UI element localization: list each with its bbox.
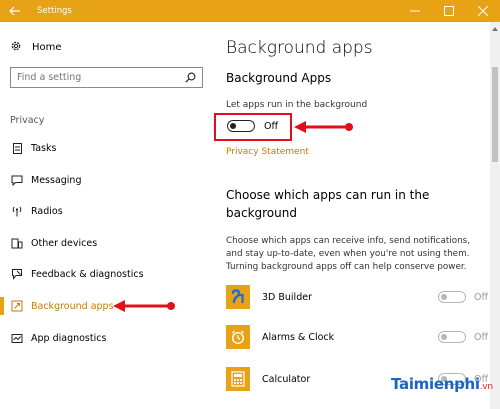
- watermark-suffix: .vn: [479, 382, 493, 392]
- tasks-icon: [10, 142, 24, 154]
- app-toggle-alarms-clock[interactable]: Off: [437, 331, 488, 343]
- toggle-state-text: Off: [473, 331, 488, 343]
- sidebar-item-label: Messaging: [31, 174, 82, 186]
- toggle-knob: [440, 333, 447, 340]
- sidebar-item-label: Radios: [31, 205, 63, 217]
- app-name: Alarms & Clock: [262, 331, 335, 343]
- back-arrow-icon: [9, 6, 20, 16]
- background-toggle-label: Let apps run in the background: [226, 100, 368, 110]
- 3d-builder-icon: [226, 285, 250, 309]
- toggle-switch[interactable]: [437, 331, 466, 343]
- calculator-icon: [226, 367, 250, 391]
- app-diagnostics-icon: [10, 333, 24, 344]
- home-nav-item[interactable]: Home: [10, 40, 62, 55]
- app-toggle-3d-builder[interactable]: Off: [437, 291, 488, 303]
- window-title: Settings: [37, 6, 72, 16]
- search-box[interactable]: [10, 67, 203, 88]
- main-content: Background apps Background Apps Let apps…: [210, 22, 490, 409]
- toggle-knob: [440, 293, 447, 300]
- app-row-3d-builder: 3D Builder Off: [226, 282, 488, 312]
- sidebar-item-label: Background apps: [31, 300, 114, 312]
- caret-up-icon: [492, 27, 498, 31]
- scroll-up-button[interactable]: [490, 24, 500, 34]
- sidebar-item-label: Feedback & diagnostics: [31, 268, 144, 280]
- close-icon: [478, 6, 488, 16]
- sidebar-item-label: App diagnostics: [31, 332, 107, 344]
- toggle-switch[interactable]: [437, 291, 466, 303]
- back-button[interactable]: [0, 0, 30, 22]
- active-indicator: [0, 297, 4, 315]
- sidebar-item-label: Tasks: [31, 142, 57, 154]
- sidebar-item-label: Other devices: [31, 237, 98, 249]
- window-controls: [398, 0, 500, 22]
- sidebar-item-tasks[interactable]: Tasks: [10, 140, 56, 156]
- choose-apps-description: Choose which apps can receive info, send…: [226, 236, 471, 272]
- feedback-icon: [10, 268, 24, 280]
- scroll-thumb[interactable]: [492, 67, 498, 162]
- page-title: Background apps: [226, 38, 373, 58]
- choose-apps-title: Choose which apps can run in the backgro…: [226, 188, 430, 220]
- background-apps-icon: [10, 300, 24, 312]
- home-label: Home: [32, 42, 62, 53]
- alarms-clock-icon: [226, 325, 250, 349]
- privacy-statement-link[interactable]: Privacy Statement: [226, 147, 309, 157]
- maximize-icon: [444, 6, 454, 16]
- sidebar-item-background-apps[interactable]: Background apps: [10, 298, 114, 314]
- privacy-section-label: Privacy: [10, 115, 45, 126]
- sidebar-item-other-devices[interactable]: Other devices: [10, 235, 97, 251]
- messaging-icon: [10, 175, 24, 186]
- sidebar-item-messaging[interactable]: Messaging: [10, 172, 81, 188]
- watermark-logo: Taimienphi.vn: [391, 375, 493, 393]
- minimize-icon: [410, 10, 420, 12]
- watermark-text: Taimienphi: [391, 375, 480, 393]
- maximize-button[interactable]: [432, 0, 466, 22]
- vertical-scrollbar[interactable]: [490, 22, 500, 409]
- gear-icon: [10, 40, 24, 55]
- sidebar-item-radios[interactable]: Radios: [10, 203, 63, 219]
- title-bar: Settings: [0, 0, 500, 22]
- section-title: Background Apps: [226, 71, 332, 85]
- minimize-button[interactable]: [398, 0, 432, 22]
- sidebar: Home Privacy Tasks Messaging Radios Othe…: [0, 22, 210, 409]
- app-name: 3D Builder: [262, 291, 312, 303]
- close-button[interactable]: [466, 0, 500, 22]
- radios-icon: [10, 205, 24, 217]
- app-row-alarms-clock: Alarms & Clock Off: [226, 322, 488, 352]
- search-input[interactable]: [17, 72, 167, 83]
- other-devices-icon: [10, 237, 24, 249]
- sidebar-item-feedback[interactable]: Feedback & diagnostics: [10, 266, 144, 282]
- sidebar-item-app-diagnostics[interactable]: App diagnostics: [10, 330, 106, 346]
- search-icon[interactable]: [185, 72, 196, 83]
- highlight-box: [214, 113, 292, 141]
- toggle-state-text: Off: [473, 291, 488, 303]
